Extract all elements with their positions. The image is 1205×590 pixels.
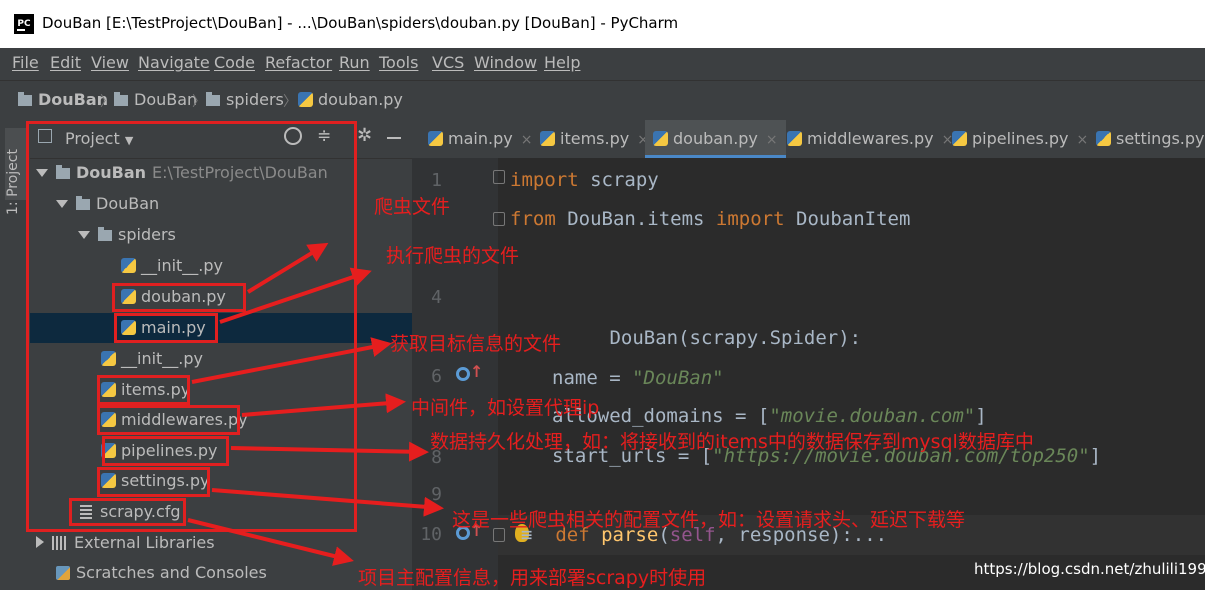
annotation-spider-files: 爬虫文件 [374, 196, 451, 218]
annotation-settings: 这是一些爬虫相关的配置文件，如：设置请求头、延迟下载等 [452, 509, 966, 531]
arrow-douban [246, 242, 329, 294]
arrow-pipelines [230, 441, 429, 462]
arrow-scrapy-cfg [187, 518, 354, 566]
annotation-middlewares: 中间件，如设置代理ip [411, 397, 600, 419]
arrow-main [219, 267, 372, 324]
watermark: https://blog.csdn.net/zhulili1995 [974, 560, 1205, 578]
annotation-scrapy-cfg: 项目主配置信息，用来部署scrapy时使用 [358, 567, 707, 589]
arrow-items [191, 337, 392, 384]
annotation-pipelines: 数据持久化处理，如：将接收到的items中的数据保存到mysql数据库中 [430, 431, 1034, 453]
annotation-arrows [187, 242, 444, 566]
annotation-run-spider: 执行爬虫的文件 [386, 245, 520, 267]
arrow-middlewares [241, 393, 406, 417]
arrow-settings [211, 488, 444, 517]
annotation-items: 获取目标信息的文件 [390, 333, 562, 355]
